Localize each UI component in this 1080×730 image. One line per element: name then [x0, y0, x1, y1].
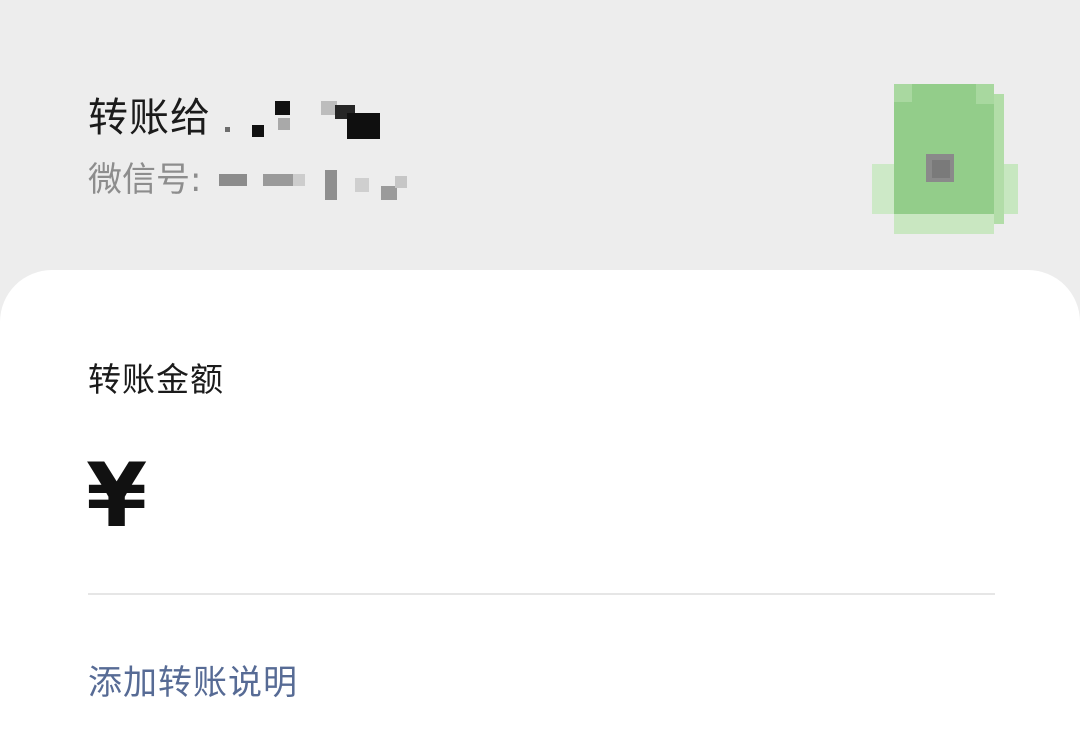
- yuan-currency-icon: ¥: [86, 444, 148, 547]
- transfer-card: 转账金额 ¥ 添加转账说明: [0, 270, 1080, 730]
- masked-recipient-name: [225, 93, 395, 143]
- recipient-avatar: [872, 84, 1018, 234]
- transfer-amount-label: 转账金额: [88, 360, 224, 399]
- amount-divider: [88, 593, 995, 595]
- masked-wechat-id: [215, 158, 415, 202]
- wechat-id-line: 微信号:: [88, 158, 415, 202]
- recipient-title: 转账给: [88, 93, 395, 143]
- transfer-to-label: 转账给: [88, 95, 211, 141]
- add-transfer-note-link[interactable]: 添加转账说明: [88, 660, 298, 706]
- wechat-id-label: 微信号:: [88, 160, 202, 200]
- avatar-image: [872, 84, 1018, 234]
- recipient-header: 转账给 微信号:: [0, 0, 1080, 300]
- amount-input[interactable]: [170, 456, 990, 546]
